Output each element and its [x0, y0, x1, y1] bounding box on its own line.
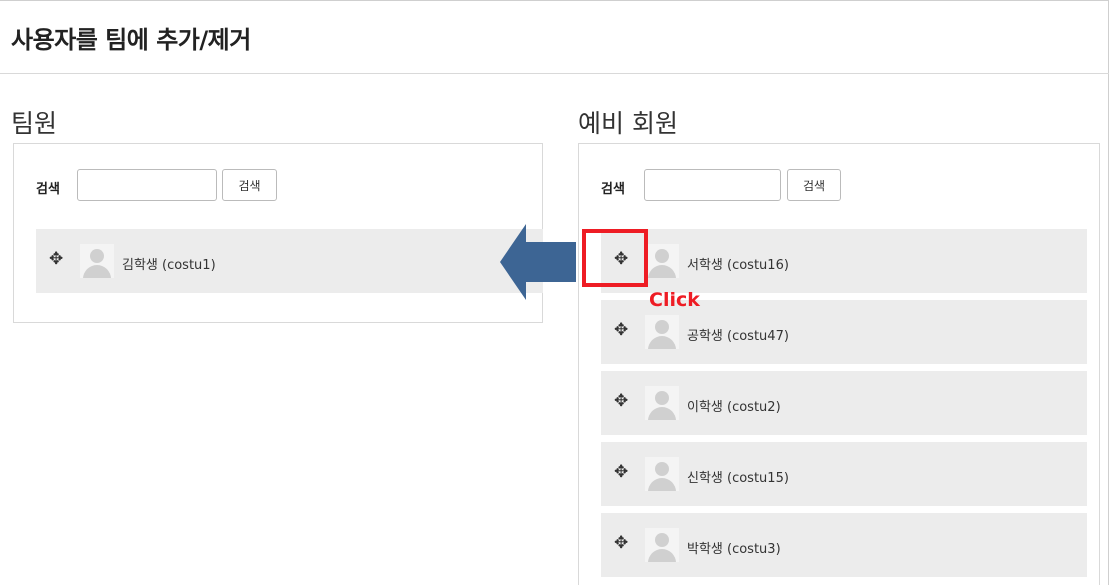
avatar [645, 315, 679, 349]
candidates-search-input[interactable] [644, 169, 781, 201]
click-highlight-box [582, 229, 648, 287]
candidates-search-label: 검색 [601, 182, 625, 197]
move-icon[interactable]: ✥ [614, 464, 628, 481]
user-name: 박학생 (costu3) [687, 542, 781, 557]
list-item[interactable]: ✥ 박학생 (costu3) [601, 513, 1087, 577]
header-divider [0, 73, 1109, 74]
members-panel: 검색 검색 ✥ 김학생 (costu1) [13, 143, 543, 323]
avatar [645, 528, 679, 562]
move-icon[interactable]: ✥ [49, 251, 63, 268]
candidates-panel: 검색 검색 ✥ 서학생 (costu16) ✥ 공학생 (costu47) ✥ … [578, 143, 1100, 585]
user-name: 이학생 (costu2) [687, 400, 781, 415]
list-item[interactable]: ✥ 신학생 (costu15) [601, 442, 1087, 506]
members-search-label: 검색 [36, 182, 60, 197]
move-icon[interactable]: ✥ [614, 393, 628, 410]
list-item[interactable]: ✥ 이학생 (costu2) [601, 371, 1087, 435]
avatar [645, 457, 679, 491]
page-title: 사용자를 팀에 추가/제거 [11, 26, 251, 54]
move-icon[interactable]: ✥ [614, 322, 628, 339]
user-name: 신학생 (costu15) [687, 471, 789, 486]
user-name: 공학생 (costu47) [687, 329, 789, 344]
candidates-section-title: 예비 회원 [578, 109, 678, 138]
avatar [645, 244, 679, 278]
move-icon[interactable]: ✥ [614, 535, 628, 552]
user-name: 김학생 (costu1) [122, 258, 216, 273]
list-item[interactable]: ✥ 서학생 (costu16) [601, 229, 1087, 293]
click-annotation-label: Click [649, 289, 700, 311]
move-left-arrow-icon [500, 224, 576, 300]
members-search-button[interactable]: 검색 [222, 169, 277, 201]
user-name: 서학생 (costu16) [687, 258, 789, 273]
candidates-search-button[interactable]: 검색 [787, 169, 841, 201]
avatar [80, 244, 114, 278]
avatar [645, 386, 679, 420]
list-item[interactable]: ✥ 김학생 (costu1) [36, 229, 543, 293]
members-search-input[interactable] [77, 169, 217, 201]
members-section-title: 팀원 [11, 109, 58, 138]
